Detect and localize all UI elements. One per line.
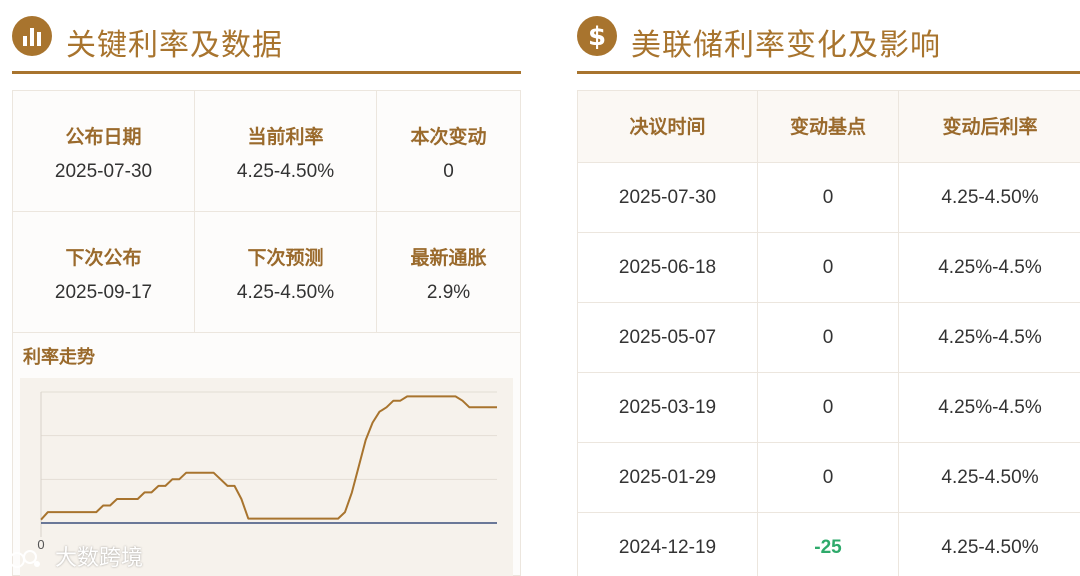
watermark: 大数跨境 [8, 540, 143, 572]
stat-label: 本次变动 [410, 126, 487, 148]
key-rates-header: 关键利率及数据 [12, 14, 521, 74]
cell-basis-points: 0 [758, 233, 899, 303]
stat-value: 0 [443, 161, 454, 182]
column-header-basis-points: 变动基点 [758, 91, 899, 163]
stat-cell-next-forecast: 下次预测 4.25-4.50% [195, 212, 377, 333]
cell-basis-points: 0 [758, 303, 899, 373]
trend-title: 利率走势 [23, 347, 95, 368]
logo-icon [8, 547, 42, 571]
stat-cell-change: 本次变动 0 [377, 91, 520, 212]
stat-label: 下次预测 [247, 247, 324, 269]
cell-decision-date: 2025-06-18 [578, 233, 758, 303]
stat-cell-next-publish: 下次公布 2025-09-17 [13, 212, 195, 333]
cell-rate-after: 4.25%-4.5% [938, 257, 1042, 278]
cell-basis-points: 0 [758, 163, 899, 233]
stat-value: 4.25-4.50% [236, 161, 335, 182]
fed-rate-changes-header: $ 美联储利率变化及影响 [577, 14, 1080, 74]
table-row: 2025-03-19 0 4.25%-4.5% [578, 373, 1080, 443]
table-row: 2025-07-30 0 4.25-4.50% [578, 163, 1080, 233]
column-header-rate-after: 变动后利率 [942, 116, 1038, 138]
stat-value: 2.9% [426, 282, 471, 303]
bar-chart-icon [12, 16, 52, 56]
table-row: 2025-01-29 0 4.25-4.50% [578, 443, 1080, 513]
cell-rate-after: 4.25%-4.5% [938, 397, 1042, 418]
cell-rate-after: 4.25-4.50% [941, 467, 1039, 488]
cell-basis-points: 0 [758, 443, 899, 513]
column-header-decision-date: 决议时间 [578, 91, 758, 163]
cell-decision-date: 2024-12-19 [578, 513, 758, 576]
cell-rate-after: 4.25%-4.5% [938, 327, 1042, 348]
stat-cell-publish-date: 公布日期 2025-07-30 [13, 91, 195, 212]
key-rates-title: 关键利率及数据 [66, 28, 283, 63]
stat-value: 2025-07-30 [54, 161, 153, 182]
stat-cell-current-rate: 当前利率 4.25-4.50% [195, 91, 377, 212]
rate-trend-line [40, 395, 497, 521]
dollar-icon: $ [577, 16, 617, 56]
stat-value: 4.25-4.50% [236, 282, 335, 303]
cell-decision-date: 2025-01-29 [578, 443, 758, 513]
stat-cell-inflation: 最新通胀 2.9% [377, 212, 520, 333]
rate-decisions-table: 决议时间 变动基点 变动后利率 2025-07-30 0 4.25-4.50% … [577, 90, 1080, 576]
cell-basis-points: 0 [758, 373, 899, 443]
cell-rate-after: 4.25-4.50% [941, 537, 1039, 558]
cell-decision-date: 2025-05-07 [578, 303, 758, 373]
table-row: 2025-06-18 0 4.25%-4.5% [578, 233, 1080, 303]
stat-label: 最新通胀 [410, 247, 487, 269]
table-row: 2024-12-19 -25 4.25-4.50% [578, 513, 1080, 576]
cell-rate-after: 4.25-4.50% [941, 187, 1039, 208]
fed-rate-changes-title: 美联储利率变化及影响 [631, 28, 941, 63]
table-header-row: 决议时间 变动基点 变动后利率 [578, 91, 1080, 163]
stat-label: 下次公布 [65, 247, 142, 269]
key-rates-panel: 公布日期 2025-07-30 当前利率 4.25-4.50% 本次变动 0 下… [12, 90, 521, 576]
cell-basis-points: -25 [758, 513, 899, 576]
svg-text:$: $ [588, 22, 606, 52]
stat-label: 当前利率 [247, 126, 324, 148]
stat-label: 公布日期 [65, 126, 142, 148]
table-row: 2025-05-07 0 4.25%-4.5% [578, 303, 1080, 373]
cell-decision-date: 2025-07-30 [578, 163, 758, 233]
watermark-text: 大数跨境 [55, 546, 144, 571]
cell-decision-date: 2025-03-19 [578, 373, 758, 443]
stat-value: 2025-09-17 [54, 282, 153, 303]
